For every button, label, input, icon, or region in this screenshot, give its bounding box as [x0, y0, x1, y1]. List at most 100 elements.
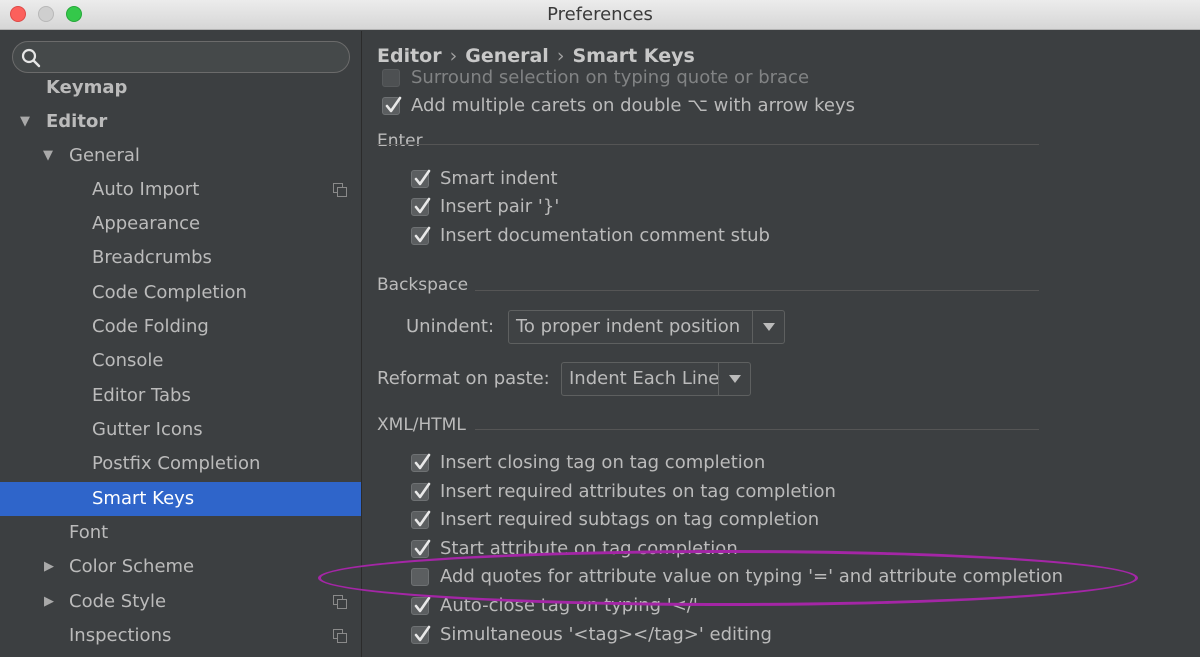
search-input[interactable]: [45, 46, 341, 68]
breadcrumb-separator-icon: ›: [449, 45, 458, 67]
option-label: Insert closing tag on tag completion: [440, 452, 766, 473]
option-label: Add multiple carets on double ⌥ with arr…: [411, 95, 856, 116]
option-label: Add quotes for attribute value on typing…: [440, 566, 1064, 587]
sidebar-item-label: Smart Keys: [92, 488, 195, 509]
sidebar-item-editor-tabs[interactable]: Editor Tabs: [0, 379, 361, 413]
sidebar-item-label: Keymap: [46, 77, 128, 98]
checkmark-icon: [414, 596, 431, 613]
sidebar-item-appearance[interactable]: Appearance: [0, 207, 361, 241]
chevron-down-icon: [729, 375, 741, 383]
collapsed-arrow-icon[interactable]: ▶: [44, 585, 54, 619]
sidebar-item-label: Editor: [46, 111, 108, 132]
sidebar-item-label: Font: [69, 522, 109, 543]
sidebar-item-label: Color Scheme: [69, 556, 195, 577]
dropdown-arrow-button[interactable]: [718, 363, 750, 395]
checkbox[interactable]: [411, 510, 431, 529]
section-enter: Enter: [377, 131, 423, 151]
breadcrumb: Editor › General › Smart Keys: [377, 45, 695, 67]
sidebar-item-smart-keys[interactable]: Smart Keys: [0, 482, 361, 516]
checkbox[interactable]: [382, 96, 402, 115]
sidebar-item-color-scheme[interactable]: ▶ Color Scheme: [0, 550, 361, 584]
option-label: Start attribute on tag completion: [440, 538, 738, 559]
sidebar-item-font[interactable]: Font: [0, 516, 361, 550]
sidebar-item-breadcrumbs[interactable]: Breadcrumbs: [0, 241, 361, 275]
option-label: Surround selection on typing quote or br…: [411, 67, 810, 88]
sidebar-item-auto-import[interactable]: Auto Import: [0, 173, 361, 207]
sidebar-item-console[interactable]: Console: [0, 344, 361, 378]
checkbox[interactable]: [411, 568, 429, 586]
sidebar-item-postfix-completion[interactable]: Postfix Completion: [0, 447, 361, 481]
sidebar-item-editor[interactable]: ▼ Editor: [0, 105, 361, 139]
expanded-arrow-icon[interactable]: ▼: [43, 139, 53, 173]
reformat-on-paste-label: Reformat on paste:: [377, 368, 550, 389]
unindent-label: Unindent:: [406, 316, 495, 337]
checkbox[interactable]: [411, 596, 431, 615]
checkmark-icon: [414, 453, 431, 470]
checkbox[interactable]: [411, 226, 431, 245]
checkbox[interactable]: [411, 453, 431, 472]
settings-panel: Editor › General › Smart Keys Surround selec…: [363, 31, 1200, 657]
option-label: Insert documentation comment stub: [440, 225, 770, 246]
sidebar-item-keymap[interactable]: Keymap: [0, 71, 361, 105]
sidebar-item-label: Appearance: [92, 213, 201, 234]
sidebar-item-code-folding[interactable]: Code Folding: [0, 310, 361, 344]
sidebar-item-label: Code Completion: [92, 282, 247, 303]
section-backspace: Backspace: [377, 275, 469, 295]
checkmark-icon: [414, 226, 431, 243]
section-divider: [377, 144, 1039, 145]
checkmark-icon: [414, 510, 431, 527]
checkbox[interactable]: [411, 539, 431, 558]
checkbox[interactable]: [411, 169, 431, 188]
checkmark-icon: [385, 96, 402, 113]
expanded-arrow-icon[interactable]: ▼: [20, 105, 30, 139]
sidebar-item-code-completion[interactable]: Code Completion: [0, 276, 361, 310]
checkmark-icon: [414, 625, 431, 642]
sidebar-item-label: Inspections: [69, 625, 172, 646]
checkmark-icon: [414, 482, 431, 499]
sidebar-item-code-style[interactable]: ▶ Code Style: [0, 585, 361, 619]
project-settings-icon: [333, 595, 347, 609]
checkbox[interactable]: [382, 69, 400, 87]
checkbox[interactable]: [411, 625, 431, 644]
sidebar-item-label: Postfix Completion: [92, 453, 261, 474]
project-settings-icon: [333, 629, 347, 643]
sidebar-item-label: Code Folding: [92, 316, 209, 337]
dropdown-arrow-button[interactable]: [752, 311, 784, 343]
sidebar-item-label: Gutter Icons: [92, 419, 203, 440]
unindent-value: To proper indent position: [516, 316, 741, 337]
unindent-dropdown[interactable]: To proper indent position: [508, 310, 785, 344]
sidebar-item-general[interactable]: ▼ General: [0, 139, 361, 173]
sidebar-item-label: Editor Tabs: [92, 385, 191, 406]
sidebar-item-label: Code Style: [69, 591, 167, 612]
collapsed-arrow-icon[interactable]: ▶: [44, 550, 54, 584]
checkbox[interactable]: [411, 197, 431, 216]
search-icon: [21, 48, 41, 68]
option-label: Insert required attributes on tag comple…: [440, 481, 836, 502]
settings-sidebar: Keymap ▼ Editor ▼ General Auto Import Ap…: [0, 31, 362, 657]
search-field[interactable]: [12, 41, 350, 73]
section-divider: [475, 290, 1039, 291]
checkmark-icon: [414, 169, 431, 186]
section-xml-html: XML/HTML: [377, 415, 466, 435]
option-label: Smart indent: [440, 168, 558, 189]
option-label: Auto-close tag on typing '</': [440, 595, 698, 616]
checkbox[interactable]: [411, 482, 431, 501]
section-divider: [475, 429, 1039, 430]
option-label: Insert required subtags on tag completio…: [440, 509, 820, 530]
reformat-value: Indent Each Line: [569, 368, 720, 389]
reformat-on-paste-dropdown[interactable]: Indent Each Line: [561, 362, 751, 396]
breadcrumb-separator-icon: ›: [556, 45, 565, 67]
sidebar-item-label: Breadcrumbs: [92, 247, 212, 268]
window-title: Preferences: [547, 4, 653, 25]
sidebar-item-label: General: [69, 145, 140, 166]
breadcrumb-item: Smart Keys: [572, 45, 695, 67]
chevron-down-icon: [763, 323, 775, 331]
sidebar-item-inspections[interactable]: Inspections: [0, 619, 361, 653]
breadcrumb-item: General: [465, 45, 549, 67]
checkmark-icon: [414, 197, 431, 214]
sidebar-item-label: Console: [92, 350, 164, 371]
breadcrumb-item: Editor: [377, 45, 442, 67]
sidebar-item-gutter-icons[interactable]: Gutter Icons: [0, 413, 361, 447]
sidebar-item-label: Auto Import: [92, 179, 200, 200]
checkmark-icon: [414, 539, 431, 556]
